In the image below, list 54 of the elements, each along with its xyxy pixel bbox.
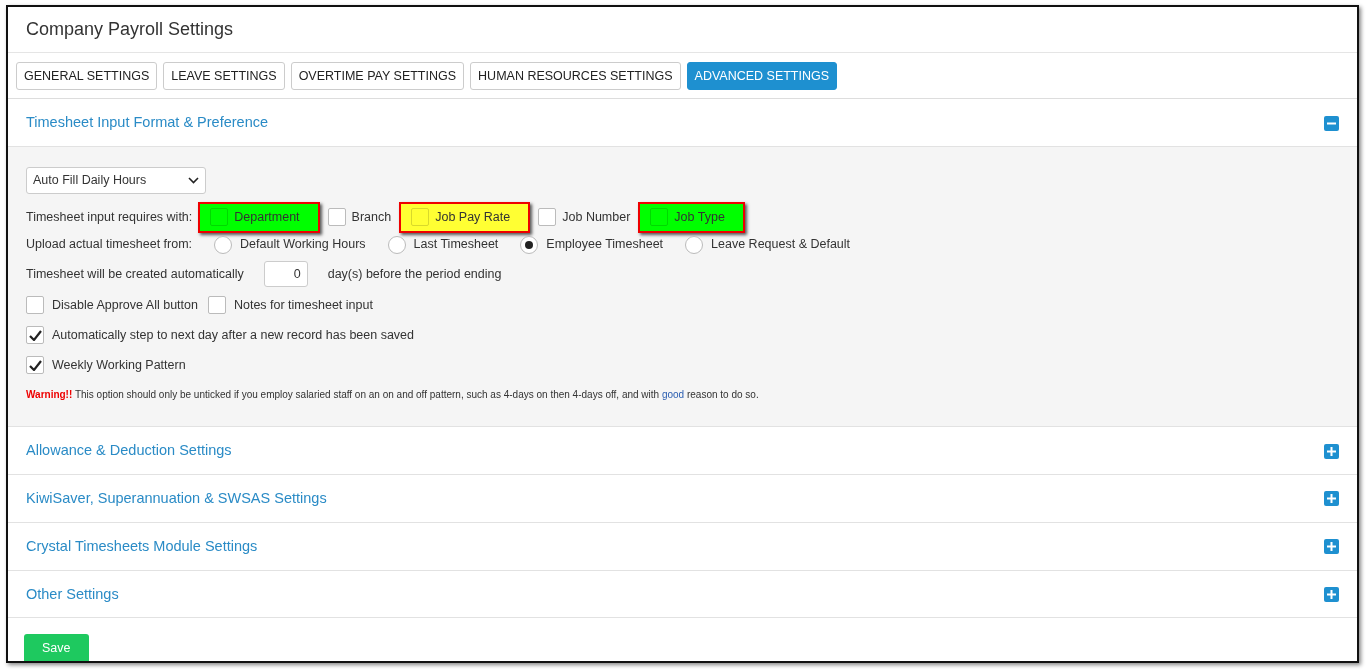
field-label: Upload actual timesheet from: (26, 236, 193, 254)
page-title: Company Payroll Settings (8, 7, 1357, 53)
checkbox[interactable] (327, 208, 346, 227)
option-label: Job Number (562, 208, 631, 226)
field-label: Timesheet input requires with: (26, 208, 193, 226)
settings-tab[interactable]: HUMAN RESOURCES SETTINGS (470, 61, 681, 91)
checkbox[interactable] (26, 296, 44, 315)
option-label: Department (234, 208, 300, 226)
expand-icon[interactable] (1324, 539, 1339, 555)
section-header[interactable]: KiwiSaver, Superannuation & SWSAS Settings (8, 475, 1357, 523)
option-label: Weekly Working Pattern (52, 356, 186, 374)
checkbox[interactable] (538, 208, 557, 227)
option-label: Automatically step to next day after a new record has been saved (52, 326, 414, 344)
radio-button[interactable] (214, 235, 233, 254)
section-title: Timesheet Input Format & Preference (26, 113, 269, 133)
settings-tab[interactable]: OVERTIME PAY SETTINGS (290, 61, 465, 91)
radio-button[interactable] (520, 235, 539, 254)
settings-tab[interactable]: LEAVE SETTINGS (163, 61, 285, 91)
section-title: Allowance & Deduction Settings (26, 441, 232, 461)
section-header[interactable]: Allowance & Deduction Settings (8, 427, 1357, 476)
dropdown[interactable]: Auto Fill Daily Hours (26, 167, 206, 194)
dropdown-value: Auto Fill Daily Hours (33, 172, 147, 190)
expand-icon[interactable] (1324, 586, 1339, 602)
section-header[interactable]: Crystal Timesheets Module Settings (8, 522, 1357, 571)
section-header[interactable]: Other Settings (8, 570, 1357, 619)
number-field[interactable]: 0 (263, 260, 308, 288)
warning-text: Warning!! This option should only be unticked if you employ salaried staff on an on and off pattern, such as 4-days on then 4-days off, and with good reason to do so. (26, 388, 760, 403)
option-label: Disable Approve All button (52, 296, 198, 314)
field-label: Timesheet will be created automatically (26, 265, 244, 283)
link[interactable]: good (661, 389, 685, 401)
option-label: Job Type (674, 208, 725, 226)
section-title: Crystal Timesheets Module Settings (26, 536, 258, 556)
checkbox[interactable] (26, 326, 44, 345)
expand-icon[interactable] (1324, 443, 1339, 459)
checkbox[interactable] (26, 356, 44, 375)
option-label: Branch (351, 208, 392, 226)
section-title: KiwiSaver, Superannuation & SWSAS Settings (26, 489, 327, 509)
expand-icon[interactable] (1324, 491, 1339, 507)
option-label: Employee Timesheet (546, 236, 664, 254)
option-label: Leave Request & Default (711, 236, 851, 254)
option-label: Default Working Hours (240, 236, 366, 254)
option-label: Notes for timesheet input (233, 296, 373, 314)
option-label: Job Pay Rate (435, 208, 511, 226)
collapse-icon[interactable] (1324, 115, 1339, 131)
settings-tab[interactable]: GENERAL SETTINGS (16, 61, 158, 91)
field-label: day(s) before the period ending (327, 265, 502, 283)
checkbox[interactable] (207, 296, 226, 315)
radio-button[interactable] (685, 235, 704, 254)
option-label: Last Timesheet (413, 236, 499, 254)
section-title: Other Settings (26, 584, 119, 604)
settings-tab[interactable]: ADVANCED SETTINGS (686, 61, 838, 91)
radio-button[interactable] (387, 235, 406, 254)
radio-dot-icon (525, 240, 534, 249)
chevron-down-icon (188, 176, 199, 184)
